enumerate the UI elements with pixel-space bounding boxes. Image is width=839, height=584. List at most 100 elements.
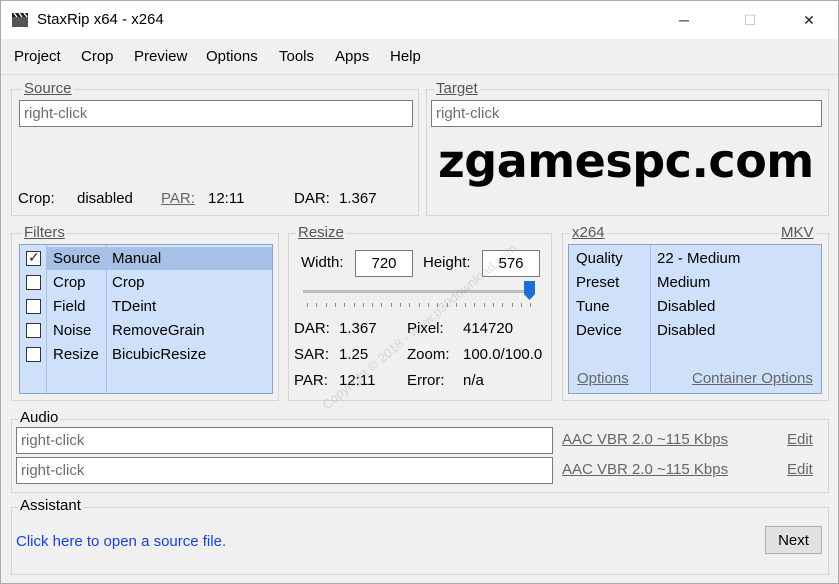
filter-checkbox[interactable] (26, 347, 41, 362)
slider-tick (493, 303, 494, 307)
list-divider (650, 245, 651, 393)
menu-options[interactable]: Options (206, 48, 258, 65)
title-bar[interactable]: StaxRip x64 - x264 ─ ☐ ✕ (1, 1, 838, 39)
container-options-link[interactable]: Container Options (692, 370, 813, 387)
slider-tick (409, 303, 411, 307)
filter-checkbox[interactable] (26, 275, 41, 290)
audio-profile-link[interactable]: AAC VBR 2.0 ~115 Kbps (562, 431, 728, 448)
filters-label[interactable]: Filters (22, 224, 67, 241)
error-value: n/a (463, 372, 484, 389)
slider-tick (483, 303, 485, 307)
encoder-row-value[interactable]: Disabled (657, 298, 715, 315)
window-title: StaxRip x64 - x264 (37, 11, 164, 28)
slider-track (303, 290, 535, 293)
dar-label: DAR: (294, 190, 330, 207)
slider-tick (474, 303, 476, 307)
watermark-text: zgamespc.com (438, 134, 814, 188)
filter-value: BicubicResize (112, 346, 207, 363)
filter-checkbox[interactable]: ✓ (26, 249, 41, 266)
encoder-options-link[interactable]: Options (577, 370, 629, 387)
audio-label: Audio (18, 409, 61, 426)
assistant-label: Assistant (18, 497, 83, 514)
audio-edit-link[interactable]: Edit (787, 461, 813, 478)
encoder-row-key: Quality (576, 250, 623, 267)
width-input[interactable]: 720 (355, 250, 413, 277)
menu-tools[interactable]: Tools (279, 48, 314, 65)
resize-dar-value: 1.367 (339, 320, 377, 337)
encoder-row-key: Tune (576, 298, 610, 315)
assistant-message-link[interactable]: Click here to open a source file. (16, 533, 226, 550)
par-link[interactable]: PAR: (161, 190, 195, 207)
zoom-label: Zoom: (407, 346, 450, 363)
par-value: 12:11 (208, 190, 245, 207)
audio-track-field[interactable]: right-click (16, 457, 553, 484)
audio-track-field[interactable]: right-click (16, 427, 553, 454)
filter-name: Crop (53, 274, 86, 291)
error-label: Error: (407, 372, 445, 389)
dar-value: 1.367 (339, 190, 377, 207)
filter-name: Noise (53, 322, 92, 339)
width-label: Width: (301, 254, 344, 271)
audio-edit-link[interactable]: Edit (787, 431, 813, 448)
filter-name: Resize (53, 346, 99, 363)
menu-project[interactable]: Project (14, 48, 61, 65)
app-window: StaxRip x64 - x264 ─ ☐ ✕ Project Crop Pr… (0, 0, 839, 584)
filter-value: Manual (112, 250, 162, 267)
maximize-button[interactable]: ☐ (727, 1, 773, 39)
slider-tick (316, 303, 318, 307)
slider-tick (427, 303, 429, 307)
slider-tick (362, 303, 364, 307)
close-icon: ✕ (803, 11, 815, 28)
target-path-field[interactable]: right-click (431, 100, 822, 127)
filter-name: Field (53, 298, 86, 315)
next-button[interactable]: Next (765, 526, 822, 554)
slider-tick (381, 303, 383, 307)
height-label: Height: (423, 254, 471, 271)
source-label[interactable]: Source (22, 80, 74, 97)
minimize-icon: ─ (679, 12, 689, 28)
filter-value: Crop (112, 274, 145, 291)
encoder-row-value[interactable]: 22 - Medium (657, 250, 740, 267)
filter-checkbox[interactable] (26, 299, 41, 314)
menu-bar: Project Crop Preview Options Tools Apps … (1, 39, 838, 75)
menu-help[interactable]: Help (390, 48, 421, 65)
sar-value: 1.25 (339, 346, 369, 363)
slider-tick (334, 303, 336, 307)
filter-value: TDeint (112, 298, 157, 315)
menu-preview[interactable]: Preview (134, 48, 187, 65)
clapperboard-icon (12, 12, 28, 27)
sar-label: SAR: (294, 346, 330, 363)
slider-tick (325, 303, 327, 307)
slider-tick (465, 303, 467, 307)
encoder-row-value[interactable]: Medium (657, 274, 710, 291)
checkmark-icon: ✓ (28, 249, 40, 265)
resize-label[interactable]: Resize (296, 224, 346, 241)
audio-profile-link[interactable]: AAC VBR 2.0 ~115 Kbps (562, 461, 728, 478)
menu-crop[interactable]: Crop (81, 48, 114, 65)
crop-value: disabled (77, 190, 133, 207)
encoder-row-value[interactable]: Disabled (657, 322, 715, 339)
slider-tick (353, 303, 355, 307)
slider-tick (502, 303, 504, 307)
slider-tick (511, 303, 513, 307)
close-button[interactable]: ✕ (786, 1, 832, 39)
resize-par-label: PAR: (294, 372, 328, 389)
encoder-row-key: Device (576, 322, 622, 339)
slider-tick (390, 303, 392, 307)
zoom-value: 100.0/100.0 (463, 346, 543, 363)
filter-name: Source (53, 250, 101, 267)
target-label[interactable]: Target (434, 80, 480, 97)
slider-tick (344, 303, 346, 307)
slider-tick (372, 303, 374, 307)
crop-label: Crop: (18, 190, 55, 207)
encoder-label[interactable]: x264 (570, 224, 607, 241)
menu-apps[interactable]: Apps (335, 48, 369, 65)
slider-tick (400, 303, 401, 307)
slider-tick (307, 303, 308, 307)
container-label[interactable]: MKV (779, 224, 816, 241)
filter-checkbox[interactable] (26, 323, 41, 338)
source-path-field[interactable]: right-click (19, 100, 413, 127)
maximize-icon: ☐ (743, 11, 757, 28)
filter-value: RemoveGrain (112, 322, 205, 339)
minimize-button[interactable]: ─ (661, 1, 707, 39)
